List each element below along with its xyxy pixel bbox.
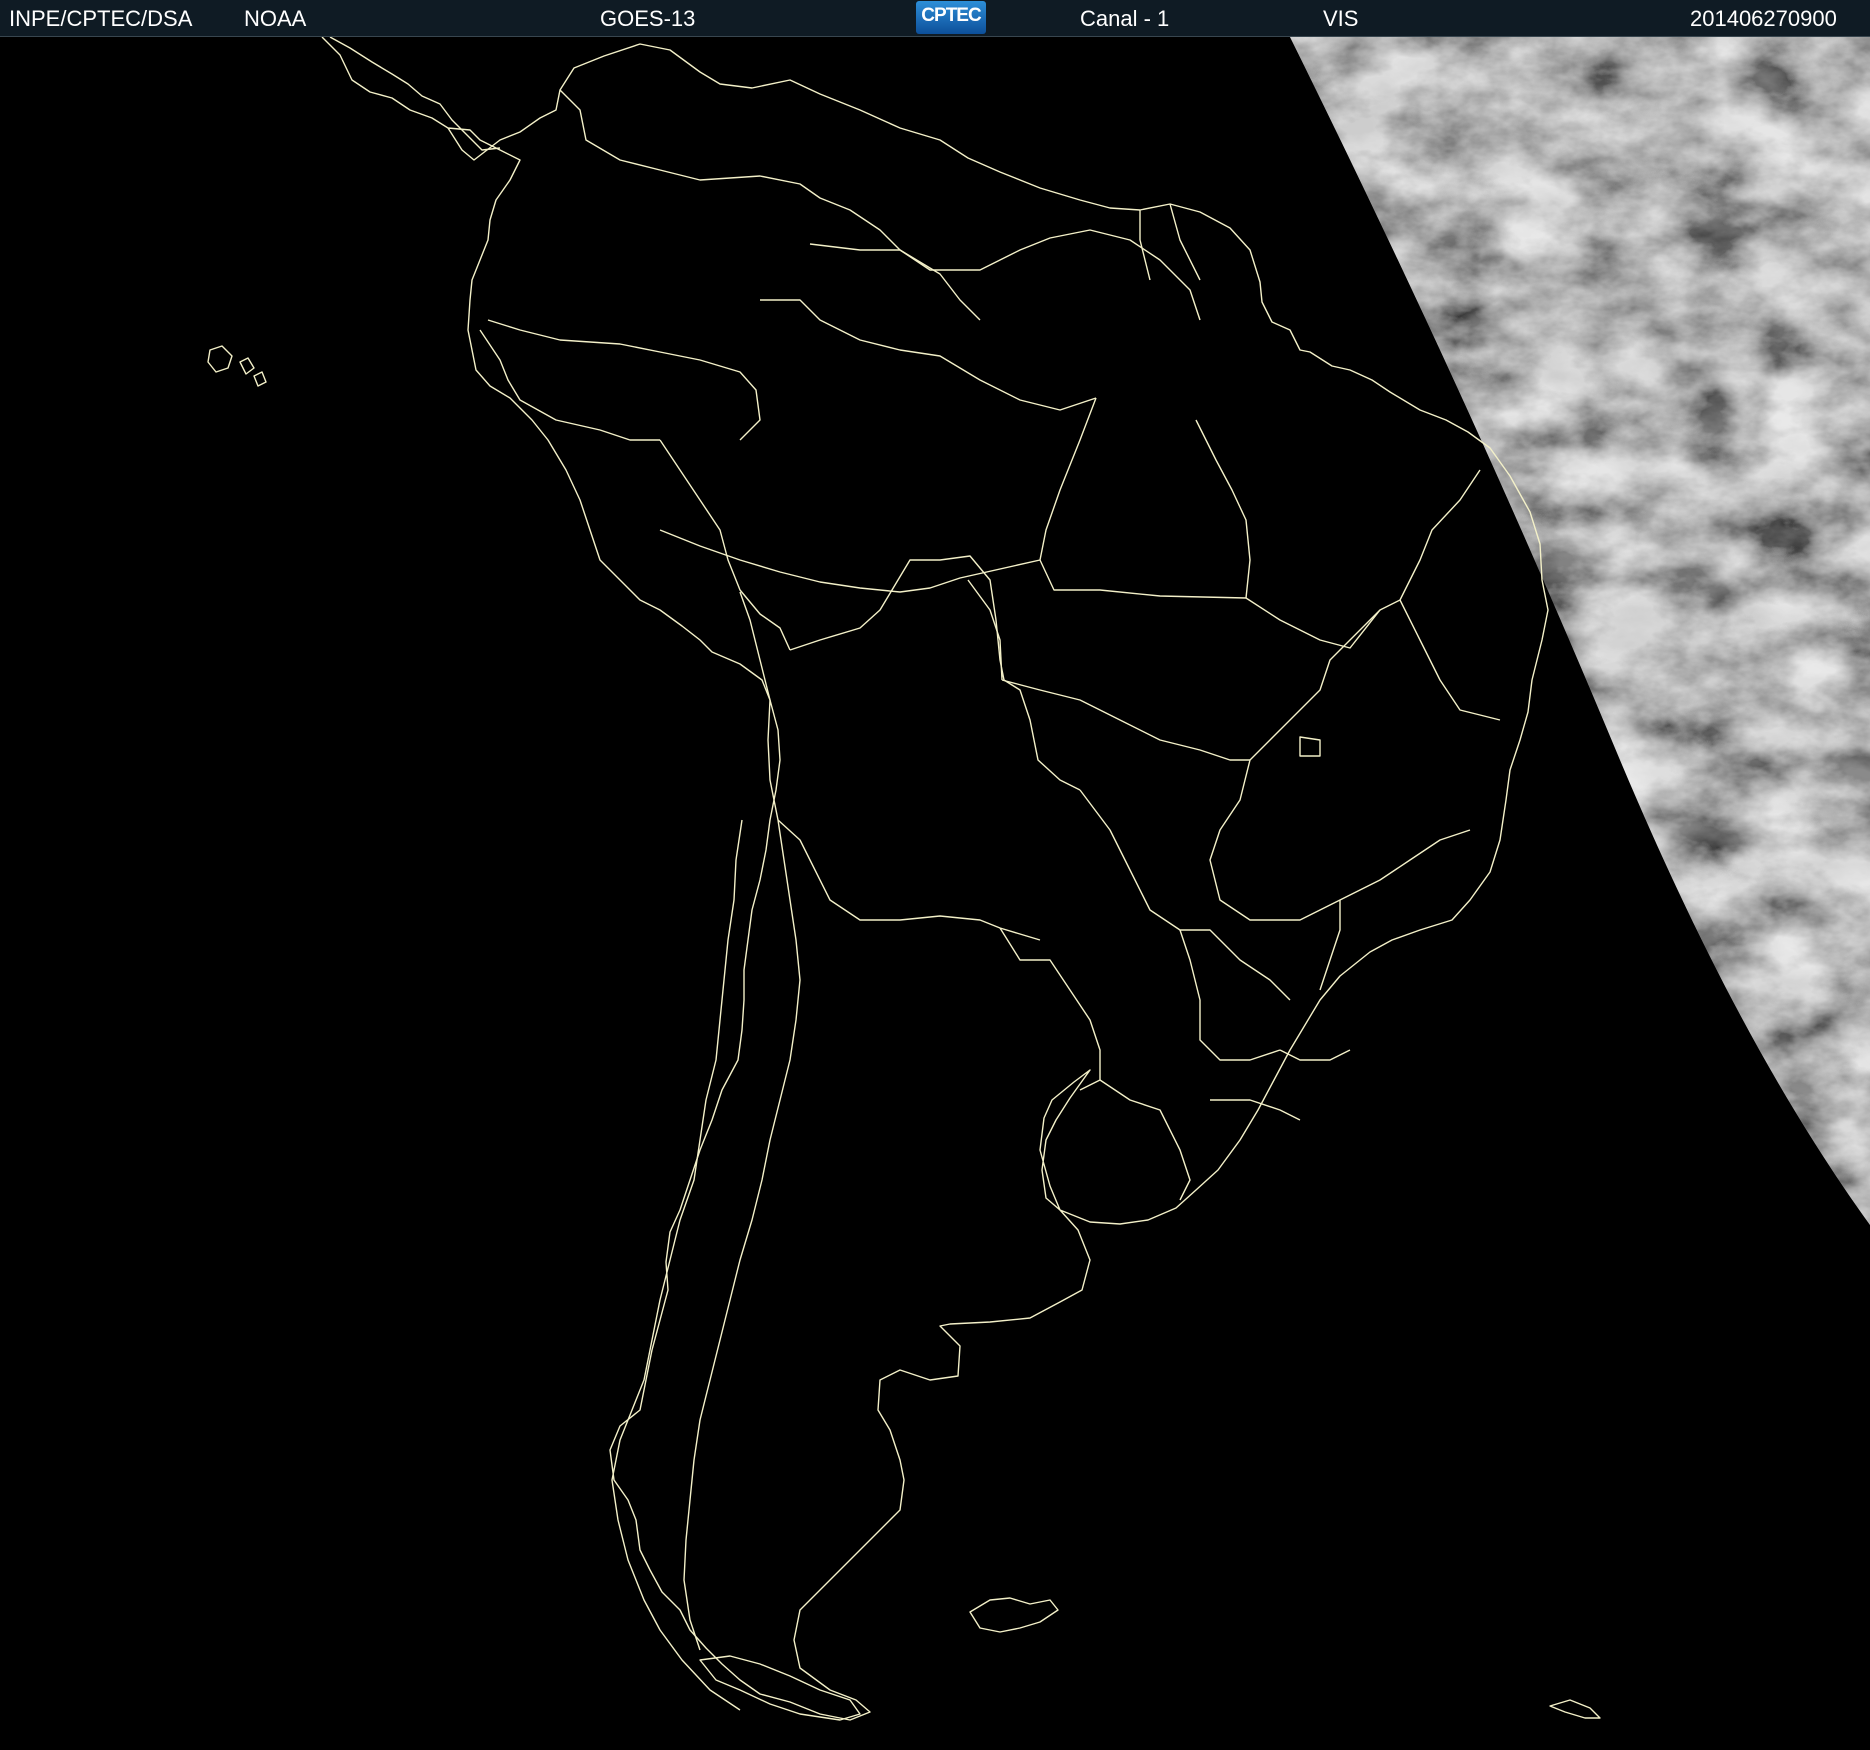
provider-label: NOAA xyxy=(244,6,307,31)
agency-label: INPE/CPTEC/DSA xyxy=(9,6,193,31)
satellite-label: GOES-13 xyxy=(600,6,696,31)
channel-label: Canal - 1 xyxy=(1080,6,1170,31)
brazil-state-borders xyxy=(659,299,1501,1121)
satellite-map xyxy=(0,37,1870,1750)
header-bar: INPE/CPTEC/DSA NOAA GOES-13 CPTEC Canal … xyxy=(0,0,1870,37)
map-lines xyxy=(207,37,1601,1721)
map-svg xyxy=(207,37,1870,1721)
cptec-logo: CPTEC xyxy=(916,1,986,34)
cloud-imagery xyxy=(1290,37,1870,1225)
country-borders xyxy=(479,89,1201,1651)
galapagos-islands xyxy=(207,345,267,387)
logo-text: CPTEC xyxy=(921,5,981,26)
timestamp-label: 201406270900 xyxy=(1690,6,1837,31)
band-label: VIS xyxy=(1323,6,1359,31)
south-georgia xyxy=(1549,1699,1601,1719)
south-america-coastline xyxy=(321,37,1549,1721)
central-america-coast xyxy=(329,37,501,151)
chile-coast xyxy=(611,819,743,1711)
falkland-islands xyxy=(969,1597,1059,1633)
